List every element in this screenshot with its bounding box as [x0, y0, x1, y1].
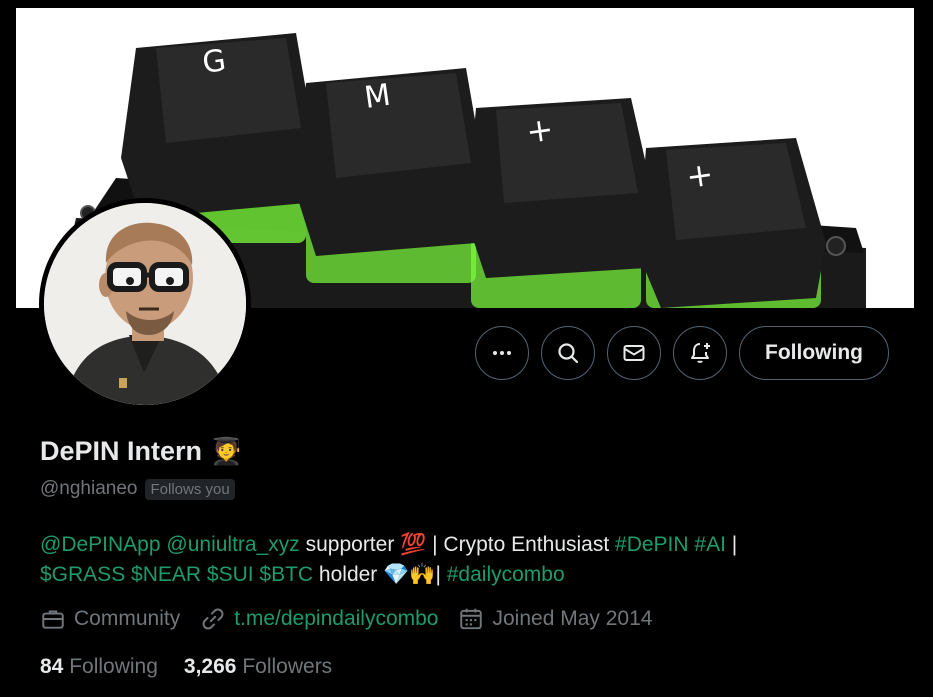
profile-meta: Community t.me/depindailycombo Joined Ma… [40, 606, 652, 632]
cashtag-links[interactable]: $GRASS $NEAR $SUI $BTC [40, 563, 313, 586]
avatar-image [44, 203, 246, 405]
key-legend: + [684, 155, 716, 196]
bio-text: holder [313, 563, 384, 586]
bio-text: | [435, 563, 447, 586]
user-handle: @nghianeo [40, 478, 138, 499]
search-button[interactable] [541, 326, 596, 380]
following-label: Following [69, 655, 158, 678]
notifications-button[interactable] [673, 326, 728, 380]
mention-link[interactable]: @DePINApp [40, 533, 161, 556]
hashtag-link[interactable]: #dailycombo [447, 563, 565, 586]
display-name: DePIN Intern [40, 436, 203, 466]
following-stat[interactable]: 84 Following [40, 655, 158, 679]
website-link[interactable]: t.me/depindailycombo [234, 607, 438, 631]
following-button[interactable]: Following [739, 326, 889, 380]
bio-text: | [725, 533, 738, 556]
category-item: Community [40, 606, 180, 632]
key-legend: + [524, 110, 556, 151]
follow-stats: 84 Following 3,266 Followers [40, 655, 332, 679]
display-name-row: DePIN Intern 🧑‍🎓 [40, 436, 242, 467]
calendar-icon [460, 608, 483, 630]
hashtag-link[interactable]: #AI [694, 533, 726, 556]
more-button[interactable] [475, 326, 530, 380]
followers-label: Followers [242, 655, 333, 678]
followers-count: 3,266 [183, 655, 237, 678]
search-icon [558, 343, 579, 364]
hundred-emoji-icon: 💯 [400, 533, 427, 556]
graduate-emoji-icon: 🧑‍🎓 [210, 436, 243, 466]
followers-stat[interactable]: 3,266 Followers [184, 655, 332, 679]
bell-plus-icon [691, 343, 711, 363]
message-button[interactable] [607, 326, 662, 380]
diamond-hands-emoji-icon: 💎🙌 [383, 563, 436, 586]
key-legend: M [362, 78, 393, 116]
bio-text: | Crypto Enthusiast [426, 533, 616, 556]
following-count: 84 [40, 655, 64, 678]
bio-text: supporter [299, 533, 401, 556]
profile-bio: @DePINApp @uniultra_xyz supporter 💯 | Cr… [40, 530, 900, 590]
link-icon [202, 608, 224, 630]
mention-link[interactable]: @uniultra_xyz [166, 533, 299, 556]
mail-icon [623, 345, 645, 361]
joined-item: Joined May 2014 [458, 606, 652, 632]
category-label: Community [74, 607, 181, 630]
more-icon [493, 351, 512, 355]
website-item[interactable]: t.me/depindailycombo [200, 606, 438, 632]
profile-actions: Following [475, 326, 889, 380]
handle-row: @nghianeo Follows you [40, 478, 235, 500]
follows-you-badge: Follows you [145, 478, 235, 500]
briefcase-icon [42, 610, 64, 629]
joined-date: Joined May 2014 [492, 607, 653, 630]
hashtag-link[interactable]: #DePIN [615, 533, 689, 556]
key-legend: G [200, 43, 228, 81]
profile-avatar[interactable] [39, 198, 251, 410]
